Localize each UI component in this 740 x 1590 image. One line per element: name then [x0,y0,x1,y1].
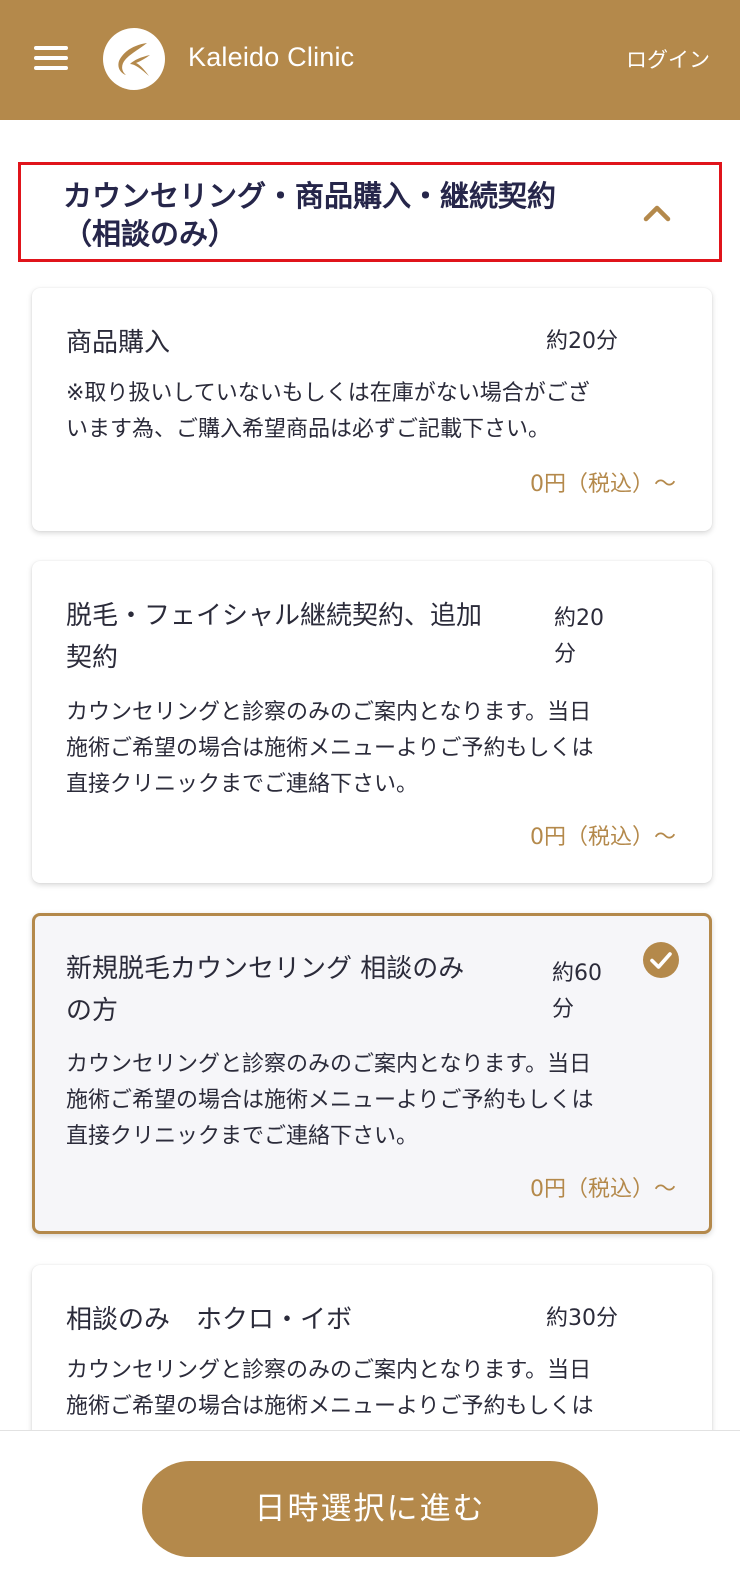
menu-price: 0円（税込）〜 [530,1177,676,1202]
menu-duration-line: 約20 [554,606,604,631]
app-header: Kaleido Clinic ログイン [0,0,740,120]
menu-description: ※取り扱いしていないもしくは在庫がない場合がござ います為、ご購入希望商品は必ず… [66,376,681,448]
menu-description-line: います為、ご購入希望商品は必ずご記載下さい。 [66,417,551,442]
menu-card-contract-renewal[interactable]: 脱毛・フェイシャル継続契約、追加 契約 約20 分 カウンセリングと診察のみのご… [32,561,712,883]
menu-duration-line: 分 [552,997,575,1022]
check-circle-icon [643,942,679,978]
menu-title: 商品購入 [66,328,171,358]
brand-name[interactable]: Kaleido Clinic [188,42,354,73]
menu-description-line: カウンセリングと診察のみのご案内となります。当日 [66,1358,592,1383]
category-accordion-header[interactable]: カウンセリング・商品購入・継続契約 （相談のみ） [18,162,722,262]
hamburger-menu-icon[interactable] [34,46,68,70]
menu-description-line: 直接クリニックまでご連絡下さい。 [66,1124,419,1149]
menu-title: 新規脱毛カウンセリング 相談のみ の方 [66,948,531,1032]
menu-description: カウンセリングと診察のみのご案内となります。当日 施術ご希望の場合は施術メニュー… [66,695,681,803]
menu-description-line: カウンセリングと診察のみのご案内となります。当日 [66,1052,592,1077]
category-title-line2: （相談のみ） [63,217,238,251]
menu-description-line: 直接クリニックまでご連絡下さい。 [66,772,419,797]
menu-description: カウンセリングと診察のみのご案内となります。当日 施術ご希望の場合は施術メニュー… [66,1353,681,1425]
menu-title-line: 契約 [66,643,119,673]
menu-description-line: ※取り扱いしていないもしくは在庫がない場合がござ [66,381,590,406]
login-link[interactable]: ログイン [626,44,710,74]
proceed-to-datetime-button[interactable]: 日時選択に進む [142,1461,598,1557]
category-title-line1: カウンセリング・商品購入・継続契約 [63,179,557,213]
kaleido-logo-icon[interactable] [103,28,165,90]
menu-duration-line: 約60 [552,961,602,986]
menu-price: 0円（税込）〜 [530,472,676,497]
menu-title-line: の方 [66,996,119,1026]
menu-card-product-purchase[interactable]: 商品購入 約20分 ※取り扱いしていないもしくは在庫がない場合がござ います為、… [32,288,712,531]
menu-card-new-hair-removal-counseling[interactable]: 新規脱毛カウンセリング 相談のみ の方 約60 分 カウンセリングと診察のみのご… [32,913,712,1234]
menu-duration: 約30分 [546,1306,618,1331]
chevron-up-icon[interactable] [643,203,671,223]
category-title: カウンセリング・商品購入・継続契約 （相談のみ） [63,177,633,253]
menu-title: 相談のみ ホクロ・イボ [66,1305,353,1335]
menu-duration-line: 分 [554,642,577,667]
menu-duration: 約20分 [546,329,618,354]
menu-description: カウンセリングと診察のみのご案内となります。当日 施術ご希望の場合は施術メニュー… [66,1047,681,1155]
menu-description-line: 施術ご希望の場合は施術メニューよりご予約もしくは [66,736,594,761]
menu-title: 脱毛・フェイシャル継続契約、追加 契約 [66,595,531,679]
bottom-action-bar: 日時選択に進む [0,1430,740,1590]
menu-duration: 約20 分 [554,601,604,673]
menu-description-line: 施術ご希望の場合は施術メニューよりご予約もしくは [66,1394,594,1419]
menu-duration: 約60 分 [552,956,602,1028]
menu-title-line: 脱毛・フェイシャル継続契約、追加 [66,601,483,631]
menu-description-line: 施術ご希望の場合は施術メニューよりご予約もしくは [66,1088,594,1113]
menu-description-line: カウンセリングと診察のみのご案内となります。当日 [66,700,592,725]
menu-title-line: 新規脱毛カウンセリング 相談のみ [66,954,465,984]
menu-price: 0円（税込）〜 [530,825,676,850]
